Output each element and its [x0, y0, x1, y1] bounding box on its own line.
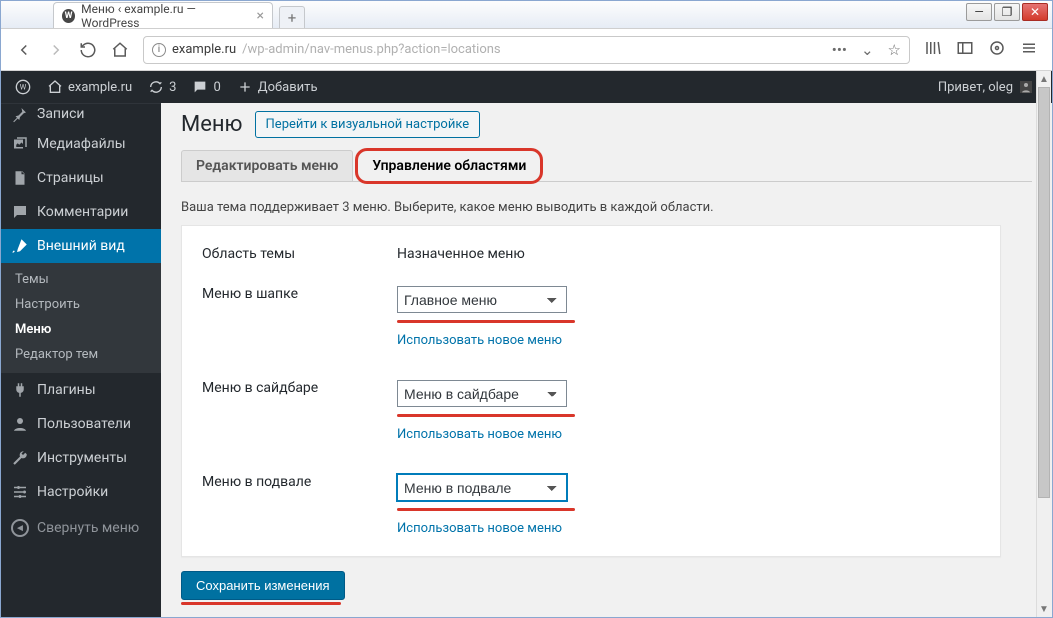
sidebar-item-plugins[interactable]: Плагины: [1, 373, 161, 407]
sidebar-item-settings[interactable]: Настройки: [1, 475, 161, 509]
sidebar-item-comments[interactable]: Комментарии: [1, 195, 161, 229]
browser-tab[interactable]: W Меню ‹ example.ru — WordPress ×: [53, 2, 273, 28]
adminbar-site[interactable]: example.ru: [39, 71, 140, 103]
sidebar-item-users[interactable]: Пользователи: [1, 407, 161, 441]
wp-adminbar: W example.ru 3 0 Добавить Привет, oleg: [1, 71, 1052, 103]
tab-manage-locations[interactable]: Управление областями: [357, 150, 541, 182]
home-button[interactable]: [111, 41, 129, 59]
save-changes-button[interactable]: Сохранить изменения: [181, 571, 345, 600]
extensions-icon[interactable]: [988, 39, 1006, 61]
use-new-menu-link[interactable]: Использовать новое меню: [397, 333, 562, 348]
sidebar-collapse[interactable]: ◄ Свернуть меню: [1, 509, 161, 547]
annotation-underline: [397, 414, 575, 417]
location-row: Меню в подвалеМеню в подвале Использовать…: [196, 460, 986, 554]
location-row: Меню в шапкеГлавное меню Использовать нов…: [196, 272, 986, 366]
tab-title: Меню ‹ example.ru — WordPress: [81, 2, 246, 30]
use-new-menu-link[interactable]: Использовать новое меню: [397, 521, 562, 536]
submenu-theme-editor[interactable]: Редактор тем: [1, 342, 161, 367]
sidebar-item-pages[interactable]: Страницы: [1, 161, 161, 195]
adminbar-comments[interactable]: 0: [184, 71, 228, 103]
locations-panel: Область темы Назначенное меню Меню в шап…: [181, 225, 1001, 557]
library-icon[interactable]: [924, 39, 942, 61]
tools-wrench-icon: [11, 449, 29, 467]
sidebar-submenu-appearance: Темы Настроить Меню Редактор тем: [1, 263, 161, 373]
col-assigned-menu: Назначенное меню: [391, 236, 986, 272]
url-path: /wp-admin/nav-menus.php?action=locations: [242, 42, 500, 57]
vertical-scrollbar[interactable]: ▲ ▼: [1036, 71, 1051, 617]
adminbar-add[interactable]: Добавить: [229, 71, 326, 103]
assigned-menu-select[interactable]: Главное меню: [397, 286, 567, 313]
settings-sliders-icon: [11, 483, 29, 501]
site-info-icon[interactable]: i: [152, 43, 166, 57]
page-icon: [11, 169, 29, 187]
tab-edit-menus[interactable]: Редактировать меню: [181, 150, 353, 182]
annotation-underline: [397, 320, 575, 323]
tab-close-icon[interactable]: ×: [253, 8, 264, 24]
adminbar-updates[interactable]: 3: [140, 71, 184, 103]
sidebar-item-posts[interactable]: Записи: [1, 103, 161, 127]
sidebar-toggle-icon[interactable]: [956, 39, 974, 61]
page-action-dots-icon[interactable]: •••: [832, 41, 847, 59]
window-titlebar: W Меню ‹ example.ru — WordPress × + — ❐ …: [1, 1, 1052, 29]
assigned-menu-select[interactable]: Меню в сайдбаре: [397, 380, 567, 407]
svg-text:W: W: [20, 83, 27, 92]
nav-tab-wrapper: Редактировать меню Управление областями: [181, 150, 1032, 182]
location-name: Меню в сайдбаре: [196, 366, 391, 460]
bookmark-star-icon[interactable]: ☆: [888, 41, 901, 59]
sidebar-item-media[interactable]: Медиафайлы: [1, 127, 161, 161]
submenu-customize[interactable]: Настроить: [1, 292, 161, 317]
location-name: Меню в шапке: [196, 272, 391, 366]
url-host: example.ru: [172, 42, 236, 57]
admin-footer: Спасибо вам за творчество с WordPress. С…: [181, 605, 1032, 617]
comment-icon: [11, 203, 29, 221]
back-button[interactable]: [15, 41, 33, 59]
submenu-themes[interactable]: Темы: [1, 267, 161, 292]
appearance-brush-icon: [11, 237, 29, 255]
save-pocket-icon[interactable]: ⌄: [861, 41, 874, 59]
user-icon: [11, 415, 29, 433]
content-area: Меню Перейти к визуальной настройке Реда…: [161, 103, 1052, 617]
collapse-arrow-icon: ◄: [11, 519, 29, 537]
scrollbar-up-arrow-icon[interactable]: ▲: [1039, 71, 1049, 87]
location-row: Меню в сайдбареМеню в сайдбаре Использова…: [196, 366, 986, 460]
scrollbar-thumb[interactable]: [1038, 87, 1050, 498]
location-name: Меню в подвале: [196, 460, 391, 554]
menu-hamburger-icon[interactable]: [1020, 39, 1038, 61]
adminbar-account[interactable]: Привет, oleg: [930, 71, 1042, 103]
annotation-underline: [397, 508, 575, 511]
pin-icon: [11, 105, 29, 123]
new-tab-button[interactable]: +: [279, 6, 305, 28]
adminbar-wp-logo[interactable]: W: [7, 71, 39, 103]
use-new-menu-link[interactable]: Использовать новое меню: [397, 427, 562, 442]
sidebar-item-tools[interactable]: Инструменты: [1, 441, 161, 475]
browser-toolbar: i example.ru/wp-admin/nav-menus.php?acti…: [1, 29, 1052, 71]
plugin-icon: [11, 381, 29, 399]
page-title: Меню: [181, 112, 243, 137]
window-close-button[interactable]: ✕: [1022, 3, 1048, 21]
assigned-menu-select[interactable]: Меню в подвале: [397, 474, 567, 501]
submenu-menus[interactable]: Меню: [1, 317, 161, 342]
reload-button[interactable]: [79, 41, 97, 59]
sidebar-item-appearance[interactable]: Внешний вид: [1, 229, 161, 263]
locations-description: Ваша тема поддерживает 3 меню. Выберите,…: [181, 200, 1032, 215]
visual-customize-button[interactable]: Перейти к визуальной настройке: [255, 111, 481, 138]
col-theme-location: Область темы: [196, 236, 391, 272]
window-maximize-button[interactable]: ❐: [994, 3, 1020, 21]
wordpress-favicon: W: [62, 9, 75, 23]
scrollbar-down-arrow-icon[interactable]: ▼: [1039, 601, 1049, 617]
media-icon: [11, 135, 29, 153]
forward-button[interactable]: [47, 41, 65, 59]
admin-sidebar: Записи Медиафайлы Страницы Комментарии В…: [1, 103, 161, 617]
window-minimize-button[interactable]: —: [966, 3, 992, 21]
address-bar[interactable]: i example.ru/wp-admin/nav-menus.php?acti…: [143, 36, 910, 64]
